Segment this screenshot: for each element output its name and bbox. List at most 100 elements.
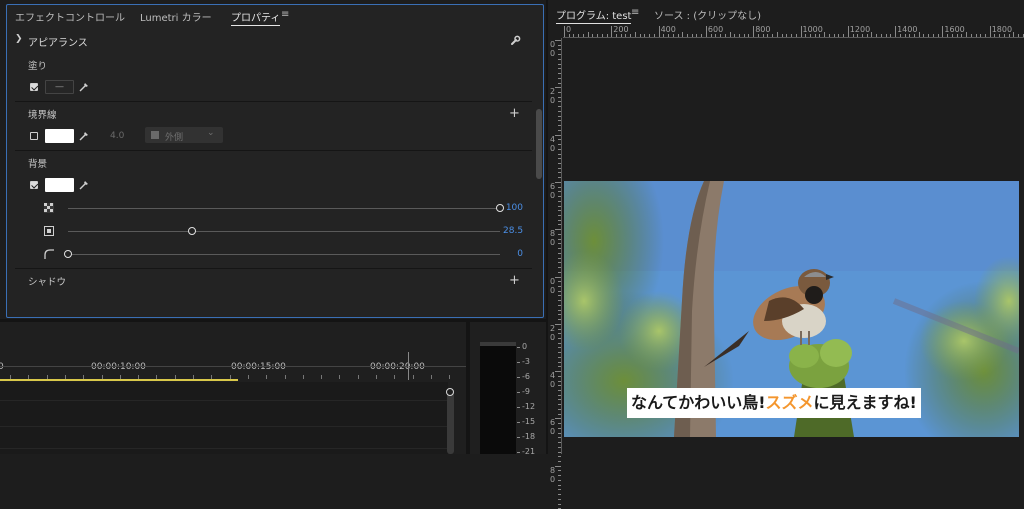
panel-scrollbar[interactable]: [536, 109, 542, 179]
size-value[interactable]: 28.5: [503, 226, 523, 236]
vruler-tick: [555, 134, 561, 136]
ruler-minor-tick: [649, 34, 651, 37]
eyedropper-icon[interactable]: [79, 82, 89, 92]
stroke-position-dropdown[interactable]: 外側 ⌄: [145, 127, 223, 143]
corner-slider-track[interactable]: [68, 254, 500, 255]
ruler-minor-tick: [932, 34, 934, 37]
vruler-tick: [555, 87, 561, 89]
divider: [15, 268, 532, 269]
size-slider-track[interactable]: [68, 231, 500, 232]
vruler-tick: [558, 144, 561, 146]
ruler-minor-tick: [852, 34, 854, 37]
tab-lumetri-color[interactable]: Lumetri カラー: [140, 9, 212, 24]
fill-color-swatch[interactable]: —: [45, 80, 74, 94]
work-area-bar[interactable]: [0, 379, 238, 381]
vruler-label: 8: [550, 229, 556, 239]
vruler-label: 0: [550, 276, 556, 286]
vruler-tick: [558, 177, 561, 179]
wrench-icon[interactable]: [510, 35, 521, 46]
stroke-checkbox[interactable]: [30, 132, 38, 140]
meter-scale-label: -3: [522, 357, 530, 366]
fill-checkbox[interactable]: [30, 83, 38, 91]
tab-effect-controls[interactable]: エフェクトコントロール: [15, 9, 125, 24]
ruler-minor-tick: [625, 34, 627, 37]
vruler-label: 4: [550, 371, 556, 381]
vruler-tick: [558, 63, 561, 65]
vruler-label: 0: [550, 49, 556, 58]
timeline-timecode: 00:00:15:00: [231, 362, 286, 372]
vruler-label: 0: [550, 238, 556, 248]
timeline-tracks[interactable]: [0, 382, 448, 454]
ruler-minor-tick: [795, 34, 797, 37]
ruler-minor-tick: [739, 34, 740, 37]
background-label: 背景: [28, 159, 48, 170]
source-monitor-tab[interactable]: ソース : (クリップなし): [654, 7, 761, 22]
background-checkbox[interactable]: [30, 181, 38, 189]
video-frame[interactable]: なんてかわいい鳥!スズメに見えますね!: [564, 181, 1019, 437]
ruler-minor-tick: [994, 34, 996, 37]
vruler-tick: [558, 285, 561, 287]
vruler-tick: [558, 290, 561, 292]
opacity-value[interactable]: 100: [503, 203, 523, 213]
vruler-tick: [558, 356, 561, 358]
panel-divider: [466, 322, 470, 454]
vruler-tick: [558, 347, 561, 349]
meter-scale-label: -15: [522, 417, 536, 426]
padding-size-icon: [44, 226, 54, 236]
ruler-minor-tick: [843, 34, 845, 37]
add-shadow-icon[interactable]: +: [509, 274, 520, 287]
vruler-tick: [558, 238, 561, 240]
ruler-minor-tick: [724, 34, 726, 37]
timeline-scrollbar[interactable]: [447, 390, 454, 454]
ruler-minor-tick: [956, 34, 958, 37]
timeline-ruler-line: [0, 366, 466, 367]
opacity-slider-track[interactable]: [68, 208, 500, 209]
timeline-tick: [412, 375, 414, 379]
eyedropper-icon[interactable]: [79, 131, 89, 141]
vruler-tick: [558, 451, 561, 453]
add-stroke-icon[interactable]: +: [509, 107, 520, 120]
vruler-tick: [558, 328, 561, 330]
vruler-label: 8: [550, 465, 556, 475]
ruler-minor-tick: [573, 34, 575, 37]
vruler-tick: [558, 333, 561, 335]
horizontal-ruler: 0 200 400 600 800 1000 1200 1400 1600 1800: [563, 24, 1024, 38]
stroke-width-value[interactable]: 4.0: [110, 131, 124, 141]
scrollbar-handle[interactable]: [446, 388, 454, 396]
ruler-minor-tick: [918, 32, 920, 37]
vruler-tick: [558, 446, 561, 448]
vruler-tick: [558, 162, 561, 164]
vruler-label: 0: [550, 40, 556, 49]
ruler-major-tick: [564, 26, 565, 37]
panel-menu-icon[interactable]: ≡: [281, 9, 289, 20]
stroke-color-swatch[interactable]: [45, 129, 74, 143]
ruler-minor-tick: [578, 34, 580, 37]
size-slider-knob[interactable]: [188, 227, 196, 235]
stroke-label: 境界線: [28, 110, 57, 121]
vruler-tick: [558, 404, 561, 406]
ruler-minor-tick: [734, 34, 736, 37]
vruler-tick: [558, 300, 561, 302]
chevron-down-icon[interactable]: ❯: [15, 34, 23, 44]
vruler-tick: [558, 158, 561, 160]
vruler-tick: [555, 229, 561, 231]
ruler-minor-tick: [606, 34, 608, 37]
vruler-tick: [558, 432, 561, 434]
background-color-swatch[interactable]: [45, 178, 74, 192]
tab-properties[interactable]: プロパティ: [231, 9, 281, 26]
stroke-position-icon: [151, 131, 159, 139]
vruler-tick: [558, 210, 561, 212]
vruler-tick: [558, 262, 561, 264]
panel-menu-icon[interactable]: ≡: [631, 7, 639, 18]
ruler-minor-tick: [1003, 34, 1005, 37]
ruler-minor-tick: [951, 34, 953, 37]
vruler-label: 6: [550, 181, 556, 191]
caption-box[interactable]: なんてかわいい鳥!スズメに見えますね!: [627, 388, 921, 418]
corner-value[interactable]: 0: [503, 249, 523, 259]
timeline-marker: [408, 352, 409, 380]
eyedropper-icon[interactable]: [79, 180, 89, 190]
program-monitor-title[interactable]: プログラム: test: [556, 7, 632, 24]
ruler-minor-tick: [914, 34, 916, 37]
corner-slider-knob[interactable]: [64, 250, 72, 258]
ruler-major-tick: [611, 26, 613, 37]
